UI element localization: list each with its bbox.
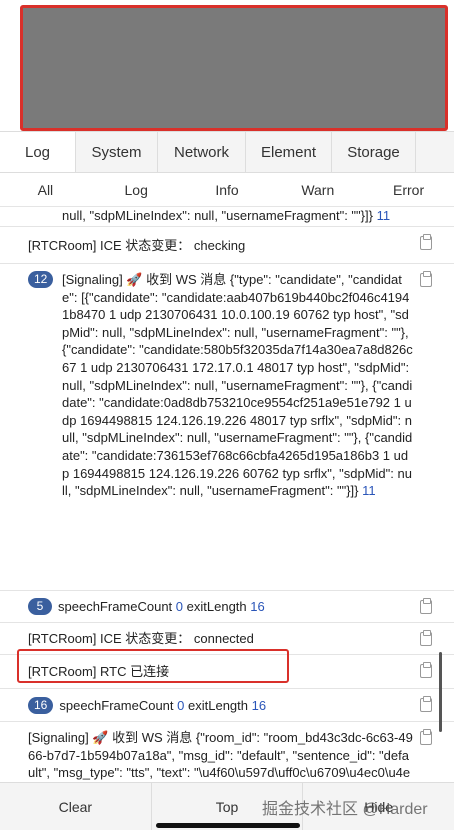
log-text: exitLength bbox=[186, 599, 247, 614]
log-value: 16 bbox=[251, 698, 267, 713]
copy-icon[interactable] bbox=[420, 662, 432, 678]
log-value: 0 bbox=[177, 698, 185, 713]
log-text: null, "sdpMLineIndex": null, "usernameFr… bbox=[62, 208, 373, 223]
log-entry: 12 [Signaling] 🚀 收到 WS 消息 {"type": "cand… bbox=[0, 264, 454, 591]
log-list[interactable]: null, "sdpMLineIndex": null, "usernameFr… bbox=[0, 207, 454, 782]
filter-all[interactable]: All bbox=[0, 173, 91, 206]
copy-icon[interactable] bbox=[420, 234, 432, 250]
log-entry: [RTCRoom] ICE 状态变更： checking bbox=[0, 227, 454, 264]
repeat-count-badge: 5 bbox=[28, 598, 52, 615]
page-preview-area bbox=[20, 5, 448, 131]
clear-button[interactable]: Clear bbox=[0, 783, 152, 830]
copy-icon[interactable] bbox=[420, 729, 432, 745]
log-count: 11 bbox=[376, 208, 391, 223]
main-tab-bar: Log System Network Element Storage bbox=[0, 131, 454, 173]
tab-element[interactable]: Element bbox=[246, 132, 332, 172]
tab-system[interactable]: System bbox=[76, 132, 158, 172]
log-value: 16 bbox=[250, 599, 265, 614]
copy-icon[interactable] bbox=[420, 271, 432, 287]
log-entry: [Signaling] 🚀 收到 WS 消息 {"room_id": "room… bbox=[0, 722, 454, 782]
log-text: exitLength bbox=[188, 698, 249, 713]
log-text: [RTCRoom] ICE 状态变更： checking bbox=[28, 238, 246, 253]
repeat-count-badge: 16 bbox=[28, 697, 54, 714]
log-text: [Signaling] 🚀 收到 WS 消息 {"type": "candida… bbox=[62, 272, 413, 499]
log-text: speechFrameCount bbox=[59, 698, 174, 713]
watermark: 掘金技术社区 @Harder bbox=[262, 801, 428, 818]
log-filter-bar: All Log Info Warn Error bbox=[0, 173, 454, 207]
log-entry: 5 speechFrameCount 0 exitLength 16 bbox=[0, 591, 454, 623]
filter-warn[interactable]: Warn bbox=[272, 173, 363, 206]
log-text: [RTCRoom] ICE 状态变更： connected bbox=[28, 631, 254, 646]
tab-storage[interactable]: Storage bbox=[332, 132, 416, 172]
filter-log[interactable]: Log bbox=[91, 173, 182, 206]
log-entry: null, "sdpMLineIndex": null, "usernameFr… bbox=[0, 207, 454, 227]
filter-info[interactable]: Info bbox=[182, 173, 273, 206]
log-count: 11 bbox=[362, 483, 376, 499]
copy-icon[interactable] bbox=[420, 696, 432, 712]
home-indicator bbox=[156, 823, 300, 828]
log-text: [Signaling] 🚀 收到 WS 消息 {"room_id": "room… bbox=[28, 730, 413, 781]
log-text: [RTCRoom] RTC 已连接 bbox=[28, 664, 170, 679]
log-value: 0 bbox=[175, 599, 184, 614]
tab-network[interactable]: Network bbox=[158, 132, 246, 172]
log-entry: 16 speechFrameCount 0 exitLength 16 bbox=[0, 689, 454, 722]
copy-icon[interactable] bbox=[420, 630, 432, 646]
copy-icon[interactable] bbox=[420, 598, 432, 614]
repeat-count-badge: 12 bbox=[28, 271, 54, 288]
filter-error[interactable]: Error bbox=[363, 173, 454, 206]
log-text: speechFrameCount bbox=[58, 599, 173, 614]
scrollbar-thumb[interactable] bbox=[439, 652, 442, 732]
log-entry: [RTCRoom] RTC 已连接 bbox=[0, 655, 454, 689]
tab-log[interactable]: Log bbox=[0, 132, 76, 172]
log-entry: [RTCRoom] ICE 状态变更： connected bbox=[0, 623, 454, 655]
